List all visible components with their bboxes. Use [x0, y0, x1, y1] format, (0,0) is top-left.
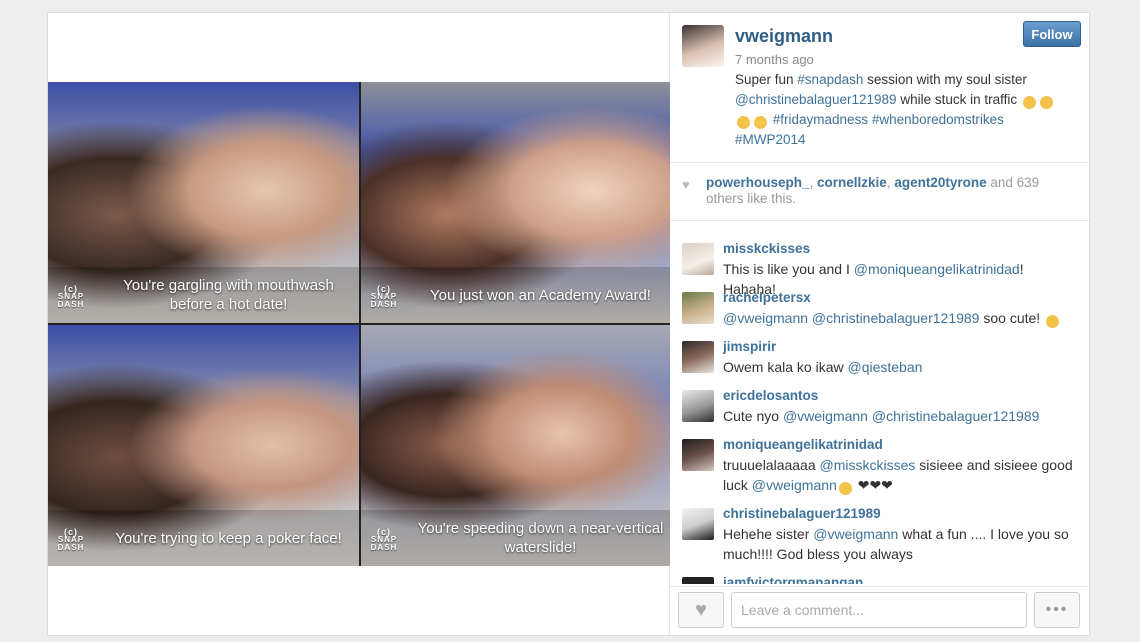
mention-link[interactable]: @moniqueangelikatrinidad	[854, 261, 1020, 277]
comment-footer: ♥ •••	[670, 586, 1089, 635]
comment-username[interactable]: rachelpetersx	[723, 290, 811, 305]
collage-panel-1: You're gargling with mouthwash before a …	[48, 82, 359, 323]
liker-link[interactable]: cornellzkie	[817, 175, 887, 190]
panel-caption: You're trying to keep a poker face!	[48, 510, 359, 566]
hashtag-link[interactable]: #whenboredomstrikes	[872, 112, 1004, 127]
photo-pane: You're gargling with mouthwash before a …	[48, 13, 670, 635]
emoji-icon: :)	[1039, 96, 1053, 109]
post-caption: Super fun #snapdash session with my soul…	[735, 70, 1075, 150]
comment-username[interactable]: misskckisses	[723, 241, 810, 256]
caption-text: session with my soul sister	[863, 72, 1027, 87]
post-username[interactable]: vweigmann	[735, 26, 833, 47]
post-timestamp[interactable]: 7 months ago	[735, 52, 814, 67]
snapdash-logo: (c) SNAP DASH	[370, 527, 398, 552]
comment-username[interactable]: ericdelosantos	[723, 388, 818, 403]
follow-button[interactable]: Follow	[1023, 21, 1081, 47]
heart-icon: ♥	[682, 177, 690, 192]
likes-count[interactable]: 639	[1017, 175, 1040, 190]
comment-text: Owem kala ko ikaw @qiesteban	[723, 359, 923, 375]
panel-caption: You just won an Academy Award!	[361, 267, 670, 323]
emoji-icon: :)	[838, 482, 852, 495]
hashtag-link[interactable]: #fridaymadness	[773, 112, 868, 127]
panel-caption: You're speeding down a near-vertical wat…	[361, 510, 670, 566]
avatar[interactable]	[682, 243, 714, 275]
collage-panel-3: You're trying to keep a poker face! (c) S…	[48, 325, 359, 566]
liker-link[interactable]: powerhouseph_	[706, 175, 810, 190]
avatar[interactable]	[682, 341, 714, 373]
snapdash-logo: (c) SNAP DASH	[57, 527, 85, 552]
likes-summary: ♥ powerhouseph_, cornellzkie, agent20tyr…	[670, 163, 1089, 221]
liker-link[interactable]: agent20tyrone	[894, 175, 986, 190]
avatar[interactable]	[682, 508, 714, 540]
mention-link[interactable]: @vweigmann	[813, 526, 898, 542]
emoji-icon: :)	[1022, 96, 1036, 109]
mention-link[interactable]: @vweigmann @christinebalaguer121989	[783, 408, 1039, 424]
comment-text: Cute nyo @vweigmann @christinebalaguer12…	[723, 408, 1040, 424]
mention-link[interactable]: @misskckisses	[820, 457, 916, 473]
caption-text: Super fun	[735, 72, 798, 87]
mention-link[interactable]: @vweigmann @christinebalaguer121989	[723, 310, 979, 326]
hashtag-link[interactable]: #snapdash	[797, 72, 863, 87]
comment-text: truuuelalaaaaa @misskckisses sisieee and…	[723, 457, 1073, 495]
photo-collage[interactable]: You're gargling with mouthwash before a …	[48, 82, 670, 566]
more-options-button[interactable]: •••	[1034, 592, 1080, 628]
snapdash-logo: (c) SNAP DASH	[370, 284, 398, 309]
heart-icon: ♥	[695, 598, 707, 621]
emoji-icon: :)	[1046, 315, 1060, 328]
hashtag-link[interactable]: #MWP2014	[735, 132, 806, 147]
panel-caption: You're gargling with mouthwash before a …	[48, 267, 359, 323]
avatar[interactable]	[682, 25, 724, 67]
avatar[interactable]	[682, 439, 714, 471]
collage-panel-4: You're speeding down a near-vertical wat…	[361, 325, 670, 566]
like-button[interactable]: ♥	[678, 592, 724, 628]
comment-text: @vweigmann @christinebalaguer121989 soo …	[723, 308, 1078, 328]
avatar[interactable]	[682, 577, 714, 584]
mention-link[interactable]: @qiesteban	[847, 359, 922, 375]
avatar[interactable]	[682, 292, 714, 324]
collage-panel-2: You just won an Academy Award! (c) SNAP D…	[361, 82, 670, 323]
avatar[interactable]	[682, 390, 714, 422]
post-header: vweigmann Follow 7 months ago Super fun …	[670, 13, 1089, 163]
comment-username[interactable]: moniqueangelikatrinidad	[723, 437, 883, 452]
comment-username[interactable]: iamfvictorgmanangan	[723, 575, 863, 584]
comment-input[interactable]	[731, 592, 1027, 628]
post-modal: You're gargling with mouthwash before a …	[48, 13, 1089, 635]
mention-link[interactable]: @vweigmann	[752, 477, 837, 493]
snapdash-logo: (c) SNAP DASH	[57, 284, 85, 309]
comment-text: Hehehe sister @vweigmann what a fun ....…	[723, 526, 1069, 562]
comments-list[interactable]: misskckisses This is like you and I @mon…	[670, 221, 1089, 584]
comment-username[interactable]: christinebalaguer121989	[723, 506, 881, 521]
post-sidebar: vweigmann Follow 7 months ago Super fun …	[670, 13, 1089, 635]
likes-text: and	[986, 175, 1017, 190]
emoji-icon: :)	[737, 116, 750, 129]
mention-link[interactable]: @christinebalaguer121989	[735, 92, 897, 107]
caption-text: while stuck in traffic	[896, 92, 1021, 107]
likes-text: others like this.	[706, 191, 797, 206]
emoji-icon: :)	[754, 116, 767, 129]
comment-username[interactable]: jimspirir	[723, 339, 776, 354]
